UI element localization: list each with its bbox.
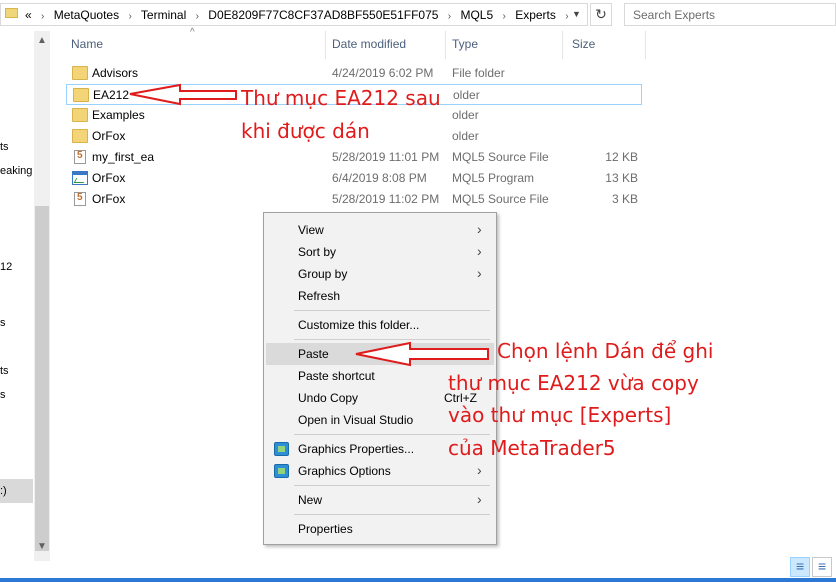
annotation-paste-line2: thư mục EA212 vừa copy xyxy=(448,371,699,395)
details-view-button[interactable] xyxy=(790,557,810,577)
annotation-folder-line1: Thư mục EA212 sau xyxy=(241,86,441,110)
arrow-to-ea212 xyxy=(129,83,237,106)
annotation-paste-line1: Chọn lệnh Dán để ghi xyxy=(497,339,714,363)
annotation-paste-line3: vào thư mục [Experts] xyxy=(448,403,672,427)
large-icons-view-button[interactable] xyxy=(812,557,832,577)
annotation-folder-line2: khi được dán xyxy=(241,119,370,143)
arrow-to-paste xyxy=(355,341,489,367)
annotation-paste-line4: của MetaTrader5 xyxy=(448,436,616,460)
taskbar-edge xyxy=(0,578,836,582)
